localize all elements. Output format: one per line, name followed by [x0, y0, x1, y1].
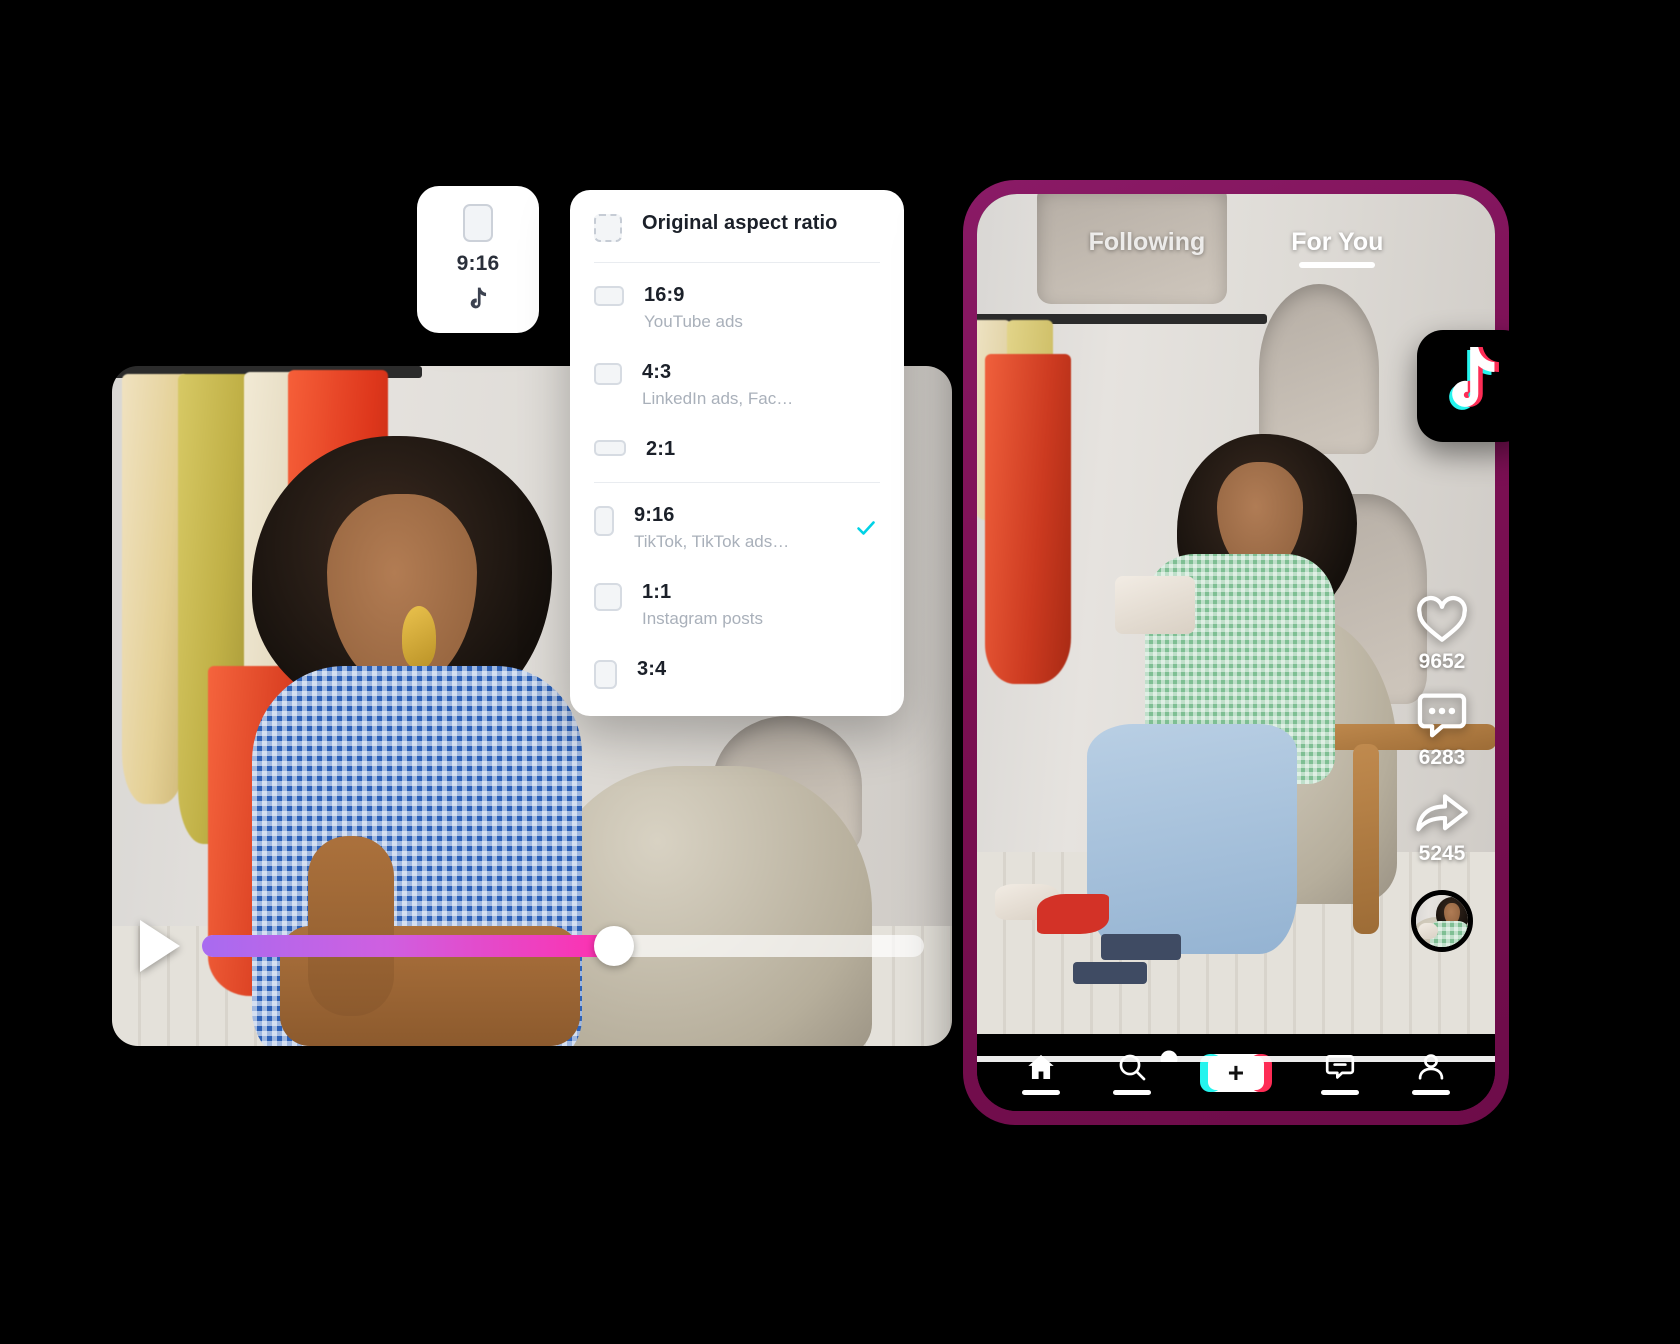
dashed-square-icon: [594, 214, 622, 242]
ratio-3-4-icon: [594, 659, 617, 689]
menu-row-label: 16:9: [644, 284, 685, 306]
ratio-2-1-icon: [594, 439, 626, 456]
aspect-ratio-dropdown[interactable]: Original aspect ratio 16:9 YouTube ads 4…: [570, 190, 904, 716]
menu-row-sublabel: YouTube ads: [644, 312, 743, 331]
menu-row-label: 3:4: [637, 657, 667, 680]
scrubber-thumb[interactable]: [1160, 1050, 1178, 1062]
like-action[interactable]: 9652: [1415, 594, 1469, 674]
play-icon[interactable]: [140, 920, 180, 972]
check-icon: [857, 521, 875, 536]
progress-thumb[interactable]: [593, 926, 634, 966]
menu-row-16-9[interactable]: 16:9 YouTube ads: [570, 270, 904, 347]
menu-row-9-16[interactable]: 9:16 TikTok, TikTok ads…: [570, 490, 904, 567]
tab-for-you[interactable]: For You: [1291, 228, 1383, 268]
menu-divider: [594, 262, 880, 263]
nav-indicator: [1320, 1089, 1359, 1095]
menu-row-label: Original aspect ratio: [642, 212, 838, 234]
tiktok-bottom-nav[interactable]: +: [977, 1034, 1495, 1111]
heart-icon[interactable]: [1415, 594, 1469, 644]
video-scrubber[interactable]: [977, 1050, 1495, 1062]
menu-divider: [594, 481, 880, 483]
portrait-rect-icon: [463, 203, 493, 242]
menu-row-label: 1:1: [642, 580, 672, 603]
progress-track[interactable]: [202, 926, 924, 966]
share-count: 5245: [1418, 842, 1466, 865]
menu-row-4-3[interactable]: 4:3 LinkedIn ads, Fac…: [570, 347, 904, 424]
share-icon[interactable]: [1414, 786, 1470, 836]
nav-indicator: [1412, 1089, 1451, 1095]
comment-icon[interactable]: [1415, 690, 1469, 740]
screenshot-stage: 9:16 Original aspect ratio 16:9 YouTube …: [0, 0, 1680, 1344]
ratio-9-16-icon: [594, 505, 614, 536]
nav-indicator: [1021, 1089, 1060, 1095]
avatar[interactable]: [1411, 890, 1473, 952]
menu-row-sublabel: LinkedIn ads, Fac…: [642, 388, 794, 408]
tiktok-logo-icon: [1449, 347, 1499, 410]
tab-following[interactable]: Following: [1089, 228, 1206, 268]
menu-row-label: 2:1: [646, 437, 676, 460]
progress-fill: [202, 935, 614, 957]
ratio-4-3-icon: [594, 362, 622, 385]
phone-screen: Following For You 9652 6283 5245 +: [977, 194, 1495, 1111]
ratio-16-9-icon: [594, 286, 624, 306]
tiktok-video[interactable]: Following For You 9652 6283 5245: [977, 194, 1495, 1062]
comment-action[interactable]: 6283: [1415, 690, 1469, 770]
tiktok-phone-mockup: Following For You 9652 6283 5245 +: [963, 180, 1509, 1125]
menu-row-sublabel: Instagram posts: [642, 608, 763, 628]
like-count: 9652: [1418, 650, 1466, 673]
player-controls[interactable]: [112, 920, 952, 972]
aspect-ratio-badge-label: 9:16: [456, 251, 500, 275]
menu-row-2-1[interactable]: 2:1: [570, 424, 904, 475]
share-action[interactable]: 5245: [1414, 786, 1470, 866]
menu-row-1-1[interactable]: 1:1 Instagram posts: [570, 567, 904, 644]
menu-row-3-4[interactable]: 3:4: [570, 644, 904, 702]
comment-count: 6283: [1418, 746, 1466, 769]
menu-row-label: 9:16: [634, 503, 675, 526]
tiktok-action-rail[interactable]: 9652 6283 5245: [1411, 594, 1473, 952]
menu-row-original[interactable]: Original aspect ratio: [570, 198, 904, 255]
tiktok-logo-badge: [1417, 330, 1529, 442]
menu-row-sublabel: TikTok, TikTok ads…: [634, 531, 790, 551]
tiktok-note-icon: [470, 287, 487, 308]
nav-indicator: [1113, 1089, 1152, 1095]
aspect-ratio-badge-card[interactable]: 9:16: [417, 186, 539, 333]
menu-row-label: 4:3: [642, 360, 672, 383]
tiktok-feed-tabs[interactable]: Following For You: [977, 228, 1495, 268]
ratio-1-1-icon: [594, 582, 622, 611]
